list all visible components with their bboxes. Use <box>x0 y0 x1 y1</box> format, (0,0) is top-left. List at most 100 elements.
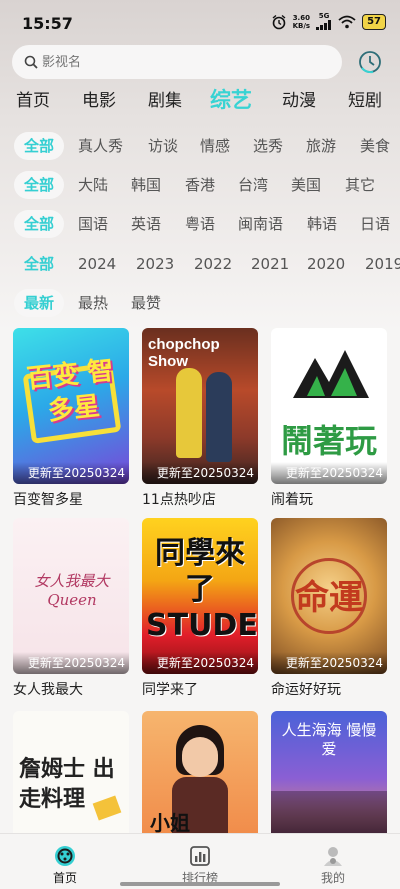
filter-chip[interactable]: 美食 <box>360 132 390 160</box>
filter-chip[interactable]: 2024 <box>78 250 116 278</box>
filter-chip[interactable]: 闽南语 <box>238 210 283 238</box>
filter-chip[interactable]: 2023 <box>136 250 174 278</box>
bottom-nav-ranking[interactable]: 排行榜 <box>165 844 235 886</box>
show-title[interactable]: 11点热吵店 <box>142 489 260 509</box>
search-icon <box>24 55 38 69</box>
tab-movies[interactable]: 电影 <box>82 86 116 111</box>
poster-image[interactable]: 命運 更新至20250324 <box>271 518 387 674</box>
filter-chip[interactable]: 旅游 <box>306 132 336 160</box>
filter-chip[interactable]: 韩国 <box>131 171 161 199</box>
filter-chip[interactable]: 2020 <box>307 250 345 278</box>
filter-chip[interactable]: 国语 <box>78 210 108 238</box>
search-box[interactable] <box>12 45 342 79</box>
show-card[interactable]: 詹姆士 出走料理 <box>13 711 131 833</box>
bottom-nav-label: 我的 <box>320 871 345 885</box>
poster-logo-icon <box>293 350 369 398</box>
poster-image[interactable]: 鬧著玩 更新至20250324 <box>271 328 387 484</box>
filter-chip[interactable]: 日语 <box>360 210 390 238</box>
poster-image[interactable]: 人生海海 慢慢爱 <box>271 711 387 833</box>
filter-chip[interactable]: 美国 <box>291 171 321 199</box>
filter-chip[interactable]: 粤语 <box>185 210 215 238</box>
show-card[interactable]: 百变 智多星 更新至20250324 百变智多星 <box>13 328 131 509</box>
poster-image[interactable]: 詹姆士 出走料理 <box>13 711 129 833</box>
show-title[interactable]: 百变智多星 <box>13 489 131 509</box>
show-title[interactable]: 命运好好玩 <box>271 679 389 699</box>
filter-row-language: 全部 国语 英语 粤语 闽南语 韩语 日语 <box>0 210 400 240</box>
show-card[interactable]: 同學來了 STUDENT 更新至20250324 同学来了 <box>142 518 260 699</box>
tab-short-drama[interactable]: 短剧 <box>348 86 382 111</box>
poster-text: 女人我最大 Queen <box>34 572 110 609</box>
show-card[interactable]: 鬧著玩 更新至20250324 闹着玩 <box>271 328 389 509</box>
tab-home[interactable]: 首页 <box>16 86 50 111</box>
poster-image[interactable]: 同學來了 STUDENT 更新至20250324 <box>142 518 258 674</box>
filter-chip[interactable]: 情感 <box>200 132 230 160</box>
update-label: 更新至20250324 <box>271 462 387 484</box>
update-label: 更新至20250324 <box>13 462 129 484</box>
poster-text: 同學來了 STUDENT <box>146 536 258 643</box>
tab-series[interactable]: 剧集 <box>148 86 182 111</box>
filter-chip[interactable]: 2021 <box>251 250 289 278</box>
poster-text: 命運 <box>295 578 363 618</box>
host-figure-shape <box>206 372 232 462</box>
filter-chip[interactable]: 全部 <box>14 250 64 278</box>
filter-row-sort: 最新 最热 最赞 <box>0 289 400 319</box>
host-figure-shape <box>176 368 202 458</box>
tab-anime[interactable]: 动漫 <box>282 86 316 111</box>
filter-chip[interactable]: 英语 <box>131 210 161 238</box>
search-input[interactable] <box>42 54 302 70</box>
alarm-icon <box>272 14 286 29</box>
poster-text: 鬧著玩 <box>280 422 377 460</box>
show-title[interactable]: 女人我最大 <box>13 679 131 699</box>
update-label: 更新至20250324 <box>142 462 258 484</box>
filter-chip[interactable]: 其它 <box>345 171 375 199</box>
update-label: 更新至20250324 <box>271 652 387 674</box>
filter-chip[interactable]: 大陆 <box>78 171 108 199</box>
poster-text: chopchop Show <box>148 336 220 370</box>
bottom-nav-profile[interactable]: 我的 <box>298 844 368 886</box>
filter-chip[interactable]: 台湾 <box>238 171 268 199</box>
poster-image[interactable]: 百变 智多星 更新至20250324 <box>13 328 129 484</box>
category-tabs: 首页 电影 剧集 综艺 动漫 短剧 <box>0 86 400 118</box>
filter-chip[interactable]: 全部 <box>14 132 65 160</box>
filter-row-year: 全部 2024 2023 2022 2021 2020 2019 <box>0 250 400 280</box>
signal-icon: 5G <box>316 13 332 30</box>
show-card[interactable]: 小姐 <box>142 711 260 833</box>
filter-chip[interactable]: 真人秀 <box>78 132 123 160</box>
poster-image[interactable]: chopchop Show 更新至20250324 <box>142 328 258 484</box>
show-card[interactable]: chopchop Show 更新至20250324 11点热吵店 <box>142 328 260 509</box>
filter-chip[interactable]: 2019 <box>365 250 400 278</box>
poster-image[interactable]: 小姐 <box>142 711 258 833</box>
poster-image[interactable]: 女人我最大 Queen 更新至20250324 <box>13 518 129 674</box>
filter-chip[interactable]: 选秀 <box>253 132 283 160</box>
status-time: 15:57 <box>22 14 73 33</box>
filter-chip[interactable]: 香港 <box>185 171 215 199</box>
silhouette-shape <box>271 791 387 833</box>
bottom-nav-label: 首页 <box>52 871 77 885</box>
show-title[interactable]: 同学来了 <box>142 679 260 699</box>
filter-chip[interactable]: 全部 <box>14 210 65 238</box>
filter-chip[interactable]: 最新 <box>14 289 65 317</box>
poster-text: 小姐 <box>150 811 190 833</box>
ranking-icon <box>190 846 210 866</box>
tab-variety[interactable]: 综艺 <box>210 84 252 114</box>
filter-chip[interactable]: 最热 <box>78 289 108 317</box>
poster-text: 百变 智多星 <box>25 355 116 427</box>
filter-chip[interactable]: 韩语 <box>307 210 337 238</box>
update-label: 更新至20250324 <box>142 652 258 674</box>
bottom-nav-home[interactable]: 首页 <box>30 844 100 886</box>
filter-chip[interactable]: 全部 <box>14 171 65 199</box>
filter-chip[interactable]: 最赞 <box>131 289 161 317</box>
net-speed: 3.60 KB/s <box>292 13 311 30</box>
history-icon[interactable] <box>356 48 384 76</box>
filter-chip[interactable]: 访谈 <box>148 132 178 160</box>
show-card[interactable]: 人生海海 慢慢爱 <box>271 711 389 833</box>
filter-chip[interactable]: 2022 <box>194 250 232 278</box>
home-icon <box>55 846 75 866</box>
show-card[interactable]: 命運 更新至20250324 命运好好玩 <box>271 518 389 699</box>
show-title[interactable]: 闹着玩 <box>271 489 389 509</box>
show-card[interactable]: 女人我最大 Queen 更新至20250324 女人我最大 <box>13 518 131 699</box>
poster-text: 人生海海 慢慢爱 <box>281 721 377 758</box>
status-bar: 15:57 3.60 KB/s 5G 57 <box>0 0 400 44</box>
filter-row-genre: 全部 真人秀 访谈 情感 选秀 旅游 美食 <box>0 132 400 162</box>
battery-indicator: 57 <box>362 13 386 30</box>
